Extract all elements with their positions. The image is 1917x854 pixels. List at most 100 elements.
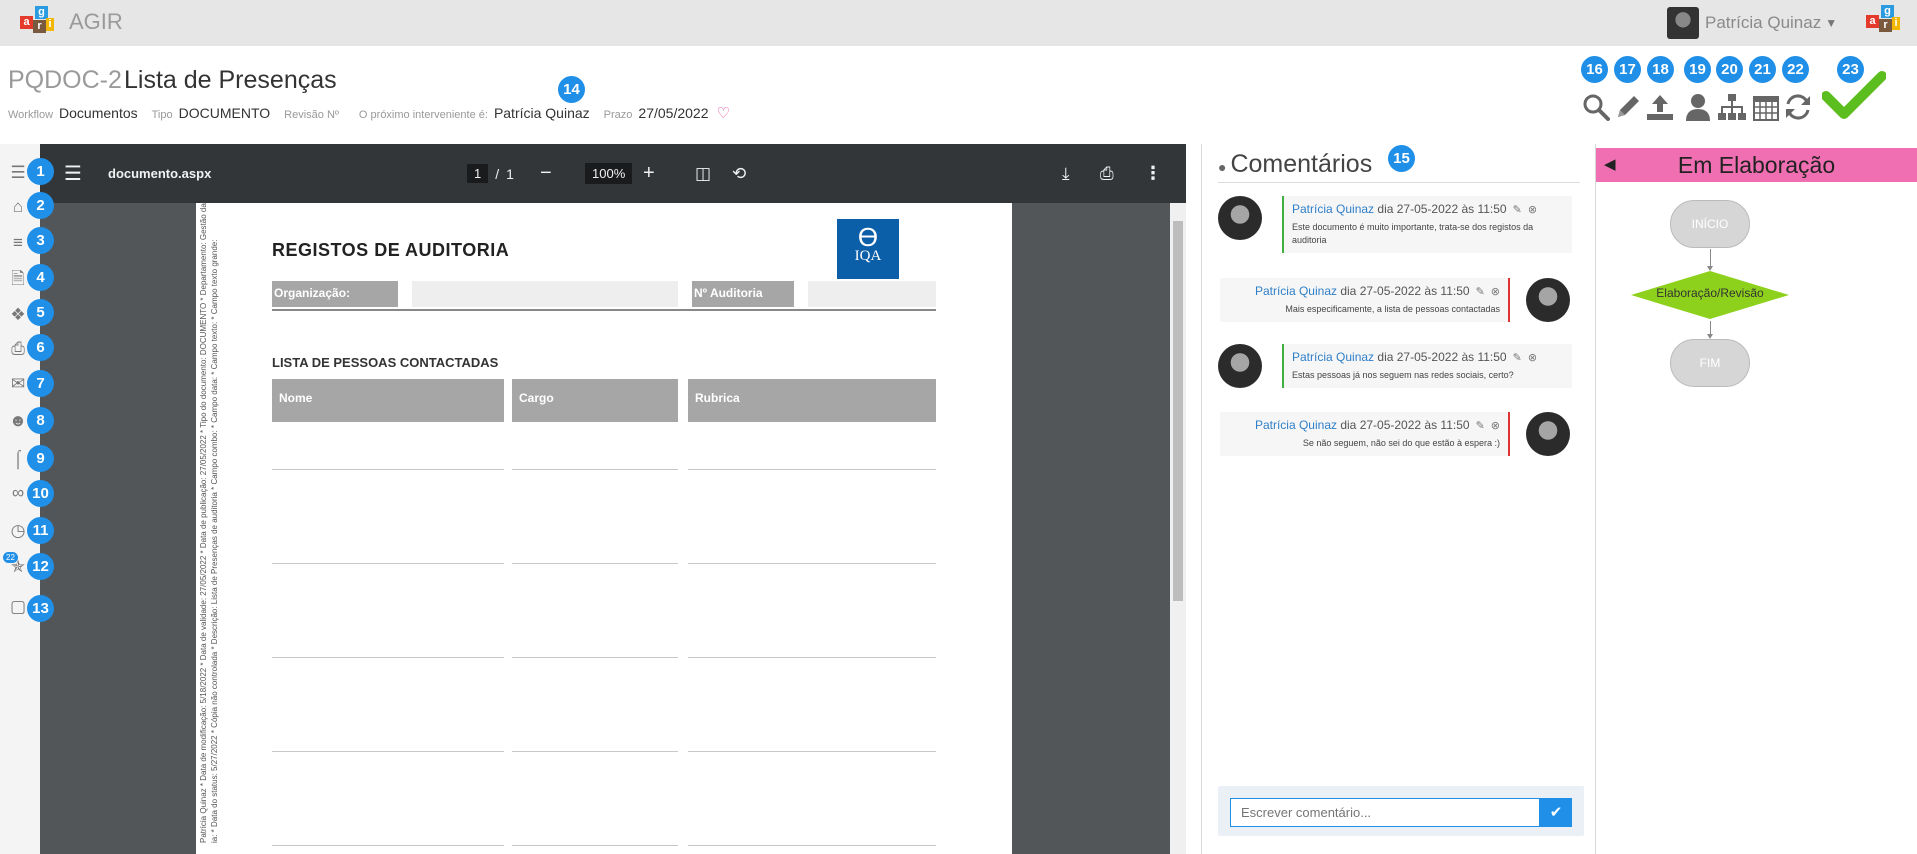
link-icon[interactable]: ∞	[7, 482, 29, 504]
pdf-side-text-2: ia: * Data do status: 5/27/2022 * Cópia …	[210, 239, 219, 843]
zoom-input[interactable]: 100%	[585, 163, 633, 184]
users-icon[interactable]: ☻	[7, 410, 29, 432]
workflow-label: Workflow	[8, 109, 54, 121]
download-icon[interactable]: ⤓	[1062, 144, 1070, 203]
pencil-icon[interactable]: ✎	[1513, 204, 1522, 216]
comment-input[interactable]	[1230, 798, 1540, 827]
archive-icon[interactable]: ▢	[7, 596, 29, 618]
pencil-icon[interactable]: ✎	[1513, 352, 1522, 364]
pdf-col-rubrica: Rubrica	[688, 379, 936, 422]
comment-composer: ✔	[1218, 786, 1584, 836]
upload-icon[interactable]	[1644, 90, 1676, 124]
agir-logo-right[interactable]: a g r i	[1866, 5, 1900, 37]
callout-badge: 13	[27, 595, 54, 622]
comments-title: Comentários	[1230, 150, 1373, 178]
page-number-input[interactable]: 1	[467, 164, 489, 183]
callout-badge: 4	[27, 264, 54, 291]
logo-letter-a: a	[20, 16, 33, 29]
viewer-scrollbar[interactable]	[1170, 203, 1186, 854]
comment-author[interactable]: Patrícia Quinaz	[1292, 350, 1374, 364]
pdf-audit-field	[808, 281, 936, 307]
user-menu[interactable]: Patrícia Quinaz ▼	[1667, 6, 1837, 40]
fit-page-icon[interactable]: ◫	[695, 144, 711, 203]
interveniente-value: Patrícia Quinaz	[493, 105, 590, 121]
workflow-arrow	[1707, 249, 1713, 271]
comment-avatar	[1218, 344, 1262, 388]
callout-badge: 23	[1837, 56, 1864, 83]
logo-letter-r: r	[1879, 19, 1892, 32]
pdf-org-field	[412, 281, 678, 307]
pdf-side-text-1: Patrícia Quinaz * Data de modificação: 5…	[199, 203, 208, 843]
pencil-icon[interactable]: ✎	[1476, 420, 1485, 432]
comment-author[interactable]: Patrícia Quinaz	[1255, 284, 1337, 298]
logo-letter-a: a	[1866, 15, 1879, 28]
tags-icon[interactable]: ❖	[7, 304, 29, 326]
zoom-in-icon[interactable]: +	[643, 144, 655, 203]
history-count-badge: 22	[3, 552, 18, 563]
more-options-icon[interactable]: ⋮	[1144, 144, 1162, 203]
mail-icon[interactable]: ✉	[7, 373, 29, 395]
scrollbar-thumb[interactable]	[1173, 221, 1183, 601]
callout-badge: 8	[27, 407, 54, 434]
print-icon[interactable]: ⎙	[1100, 144, 1114, 203]
home-icon[interactable]: ⌂	[7, 196, 29, 218]
revisao-label: Revisão Nº	[284, 109, 339, 121]
workflow-panel: ◀ Em Elaboração INÍCIO Elaboração/Revisã…	[1596, 144, 1917, 854]
pdf-table-row-line	[272, 751, 504, 752]
workflow-node-end[interactable]: FIM	[1670, 339, 1750, 387]
pdf-heading: REGISTOS DE AUDITORIA	[272, 240, 510, 260]
callout-badge: 19	[1684, 56, 1711, 83]
close-icon[interactable]: ⊗	[1528, 204, 1537, 216]
refresh-icon[interactable]	[1782, 90, 1814, 124]
pdf-org-label: Organização:	[272, 281, 398, 307]
pencil-icon[interactable]: ✎	[1476, 286, 1485, 298]
send-comment-button[interactable]: ✔	[1540, 798, 1572, 827]
pdf-table-row-line	[512, 469, 678, 470]
menu-icon[interactable]: ☰	[7, 162, 29, 184]
panel-divider[interactable]	[1186, 144, 1202, 854]
search-icon[interactable]	[1580, 90, 1612, 124]
edit-icon[interactable]	[1612, 90, 1644, 124]
page-total: 1	[506, 165, 514, 182]
user-name: Patrícia Quinaz	[1705, 13, 1822, 32]
zoom-out-icon[interactable]: −	[540, 144, 552, 203]
comment-author[interactable]: Patrícia Quinaz	[1292, 202, 1374, 216]
clock-icon[interactable]: ◷	[7, 520, 29, 542]
collapse-triangle-icon[interactable]: ◀	[1604, 148, 1616, 182]
viewer-menu-icon[interactable]: ☰	[64, 144, 82, 203]
attachment-icon[interactable]: ⌠	[7, 448, 29, 470]
document-meta: Workflow Documentos Tipo DOCUMENTO Revis…	[8, 104, 730, 122]
callout-badge: 17	[1614, 56, 1641, 83]
workflow-node-start[interactable]: INÍCIO	[1670, 200, 1750, 248]
document-icon[interactable]: 🗎	[7, 268, 29, 290]
prazo-label: Prazo	[603, 109, 633, 121]
callout-badge: 1	[27, 158, 54, 185]
close-icon[interactable]: ⊗	[1491, 286, 1500, 298]
close-icon[interactable]: ⊗	[1528, 352, 1537, 364]
comment-author[interactable]: Patrícia Quinaz	[1255, 418, 1337, 432]
pdf-audit-label: Nº Auditoria	[692, 281, 794, 307]
callout-badge: 22	[1782, 56, 1809, 83]
comment-body: Patrícia Quinaz dia 27-05-2022 às 11:50 ✎…	[1220, 412, 1510, 456]
viewer-filename: documento.aspx	[108, 166, 212, 181]
calendar-icon[interactable]	[1750, 90, 1782, 124]
user-icon[interactable]	[1682, 90, 1714, 124]
pdf-table-row-line	[688, 469, 936, 470]
sitemap-icon[interactable]	[1716, 90, 1748, 124]
comment-body: Patrícia Quinaz dia 27-05-2022 às 11:50 ✎…	[1282, 344, 1572, 388]
comment-text: Se não seguem, não sei do que estão à es…	[1302, 438, 1500, 448]
tipo-value: DOCUMENTO	[178, 105, 271, 121]
pdf-table-row-line	[688, 563, 936, 564]
rotate-icon[interactable]: ⟲	[732, 144, 746, 203]
list-icon[interactable]: ≡	[7, 232, 29, 254]
print-icon[interactable]: ⎙	[7, 338, 29, 360]
pdf-col-cargo: Cargo	[512, 379, 678, 422]
logo-letter-i: i	[46, 18, 54, 31]
iqa-logo: ϴ IQA	[837, 219, 899, 279]
favorite-heart-icon[interactable]: ♡	[716, 104, 729, 122]
close-icon[interactable]: ⊗	[1491, 420, 1500, 432]
agir-logo[interactable]: a g r i	[20, 6, 54, 38]
workflow-node-step[interactable]: Elaboração/Revisão	[1630, 270, 1790, 320]
comment-item: Patrícia Quinaz dia 27-05-2022 às 11:50 ✎…	[1218, 344, 1578, 404]
workflow-state-header[interactable]: ◀ Em Elaboração	[1596, 148, 1917, 182]
